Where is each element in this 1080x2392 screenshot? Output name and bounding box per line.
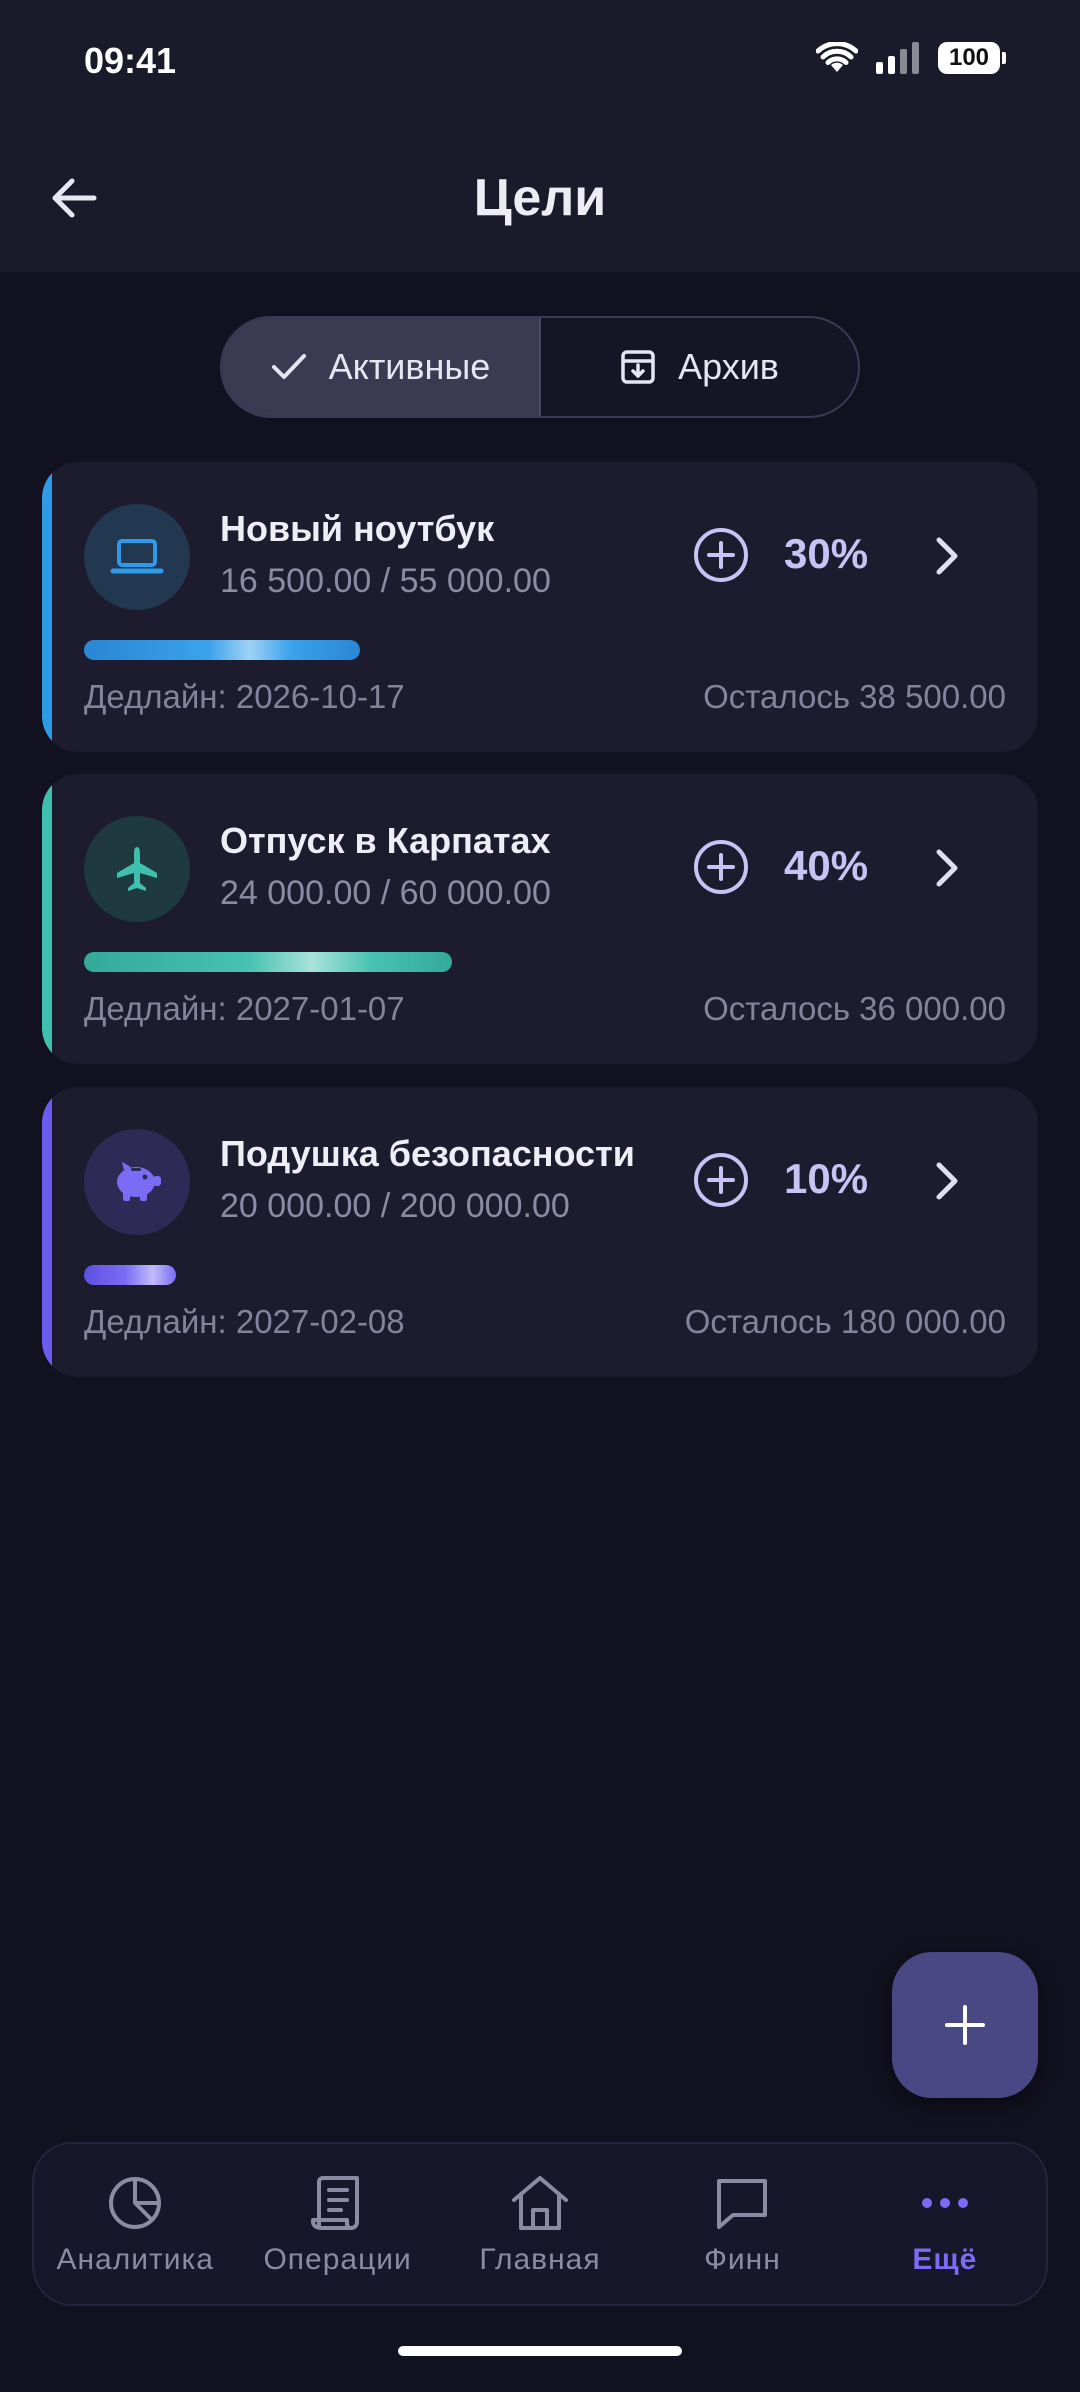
goal-percent: 10% bbox=[784, 1155, 869, 1202]
goal-accent-bar bbox=[42, 774, 52, 1064]
goal-card[interactable]: Отпуск в Карпатах 24 000.00 / 60 000.00 … bbox=[42, 774, 1038, 1064]
nav-label: Аналитика bbox=[56, 2243, 214, 2276]
goal-progress-fill bbox=[84, 1265, 176, 1285]
battery-indicator: 100 bbox=[938, 42, 1006, 74]
chat-bubble-icon bbox=[717, 2179, 768, 2229]
goal-remaining: Осталось 36 000.00 bbox=[703, 990, 1006, 1027]
tab-active[interactable]: Активные bbox=[222, 318, 541, 416]
chevron-right-icon[interactable] bbox=[927, 534, 967, 578]
goal-progress-bar bbox=[84, 1265, 176, 1285]
add-contribution-button[interactable] bbox=[692, 838, 750, 896]
goal-amounts: 20 000.00 / 200 000.00 bbox=[220, 1187, 570, 1225]
goal-name: Отпуск в Карпатах bbox=[220, 820, 551, 861]
nav-label: Ещё bbox=[912, 2243, 978, 2276]
goal-amounts: 16 500.00 / 55 000.00 bbox=[220, 562, 551, 600]
goal-accent-bar bbox=[42, 1087, 52, 1377]
goal-deadline: Дедлайн: 2027-02-08 bbox=[84, 1303, 405, 1340]
tab-active-label: Активные bbox=[328, 346, 491, 387]
add-contribution-button[interactable] bbox=[692, 526, 750, 584]
piggy-bank-icon bbox=[117, 1162, 161, 1201]
tab-archive-label: Архив bbox=[678, 346, 779, 387]
laptop-icon bbox=[110, 539, 164, 574]
goal-name: Подушка безопасности bbox=[220, 1133, 635, 1174]
page-title: Цели bbox=[473, 169, 607, 227]
nav-home[interactable]: Главная bbox=[439, 2144, 641, 2304]
goal-filter-tabs: Активные Архив bbox=[220, 316, 860, 418]
goal-deadline: Дедлайн: 2027-01-07 bbox=[84, 990, 405, 1027]
signal-icon bbox=[876, 42, 919, 74]
nav-finn[interactable]: Финн bbox=[641, 2144, 843, 2304]
more-dots-icon bbox=[921, 2198, 968, 2208]
goal-deadline: Дедлайн: 2026-10-17 bbox=[84, 678, 405, 715]
nav-more[interactable]: Ещё bbox=[844, 2144, 1046, 2304]
receipt-icon bbox=[310, 2176, 359, 2230]
nav-label: Операции bbox=[263, 2243, 412, 2276]
status-icons: 100 bbox=[816, 42, 1006, 74]
goal-name: Новый ноутбук bbox=[220, 508, 495, 549]
archive-icon bbox=[621, 350, 655, 384]
goal-percent: 30% bbox=[784, 530, 869, 577]
tab-archive[interactable]: Архив bbox=[541, 318, 858, 416]
status-time: 09:41 bbox=[84, 40, 177, 81]
app-header: 09:41 100 Цели bbox=[0, 0, 1080, 272]
goal-accent-bar bbox=[42, 462, 52, 752]
bottom-navigation: Аналитика Операции Главная Финн Ещё bbox=[32, 2142, 1048, 2306]
goal-icon-badge bbox=[84, 816, 190, 922]
pie-chart-icon bbox=[109, 2177, 162, 2229]
add-contribution-button[interactable] bbox=[692, 1151, 750, 1209]
goal-progress-fill bbox=[84, 952, 452, 972]
goal-remaining: Осталось 180 000.00 bbox=[684, 1303, 1006, 1340]
plus-icon bbox=[945, 2005, 985, 2045]
goal-progress-bar bbox=[84, 640, 360, 660]
nav-analytics[interactable]: Аналитика bbox=[34, 2144, 236, 2304]
home-indicator bbox=[398, 2346, 682, 2356]
chevron-right-icon[interactable] bbox=[927, 846, 967, 890]
goal-icon-badge bbox=[84, 504, 190, 610]
goal-progress-fill bbox=[84, 640, 360, 660]
wifi-icon bbox=[816, 42, 858, 72]
goal-remaining: Осталось 38 500.00 bbox=[703, 678, 1006, 715]
goal-progress-bar bbox=[84, 952, 452, 972]
home-icon bbox=[512, 2176, 569, 2230]
nav-label: Главная bbox=[479, 2243, 601, 2276]
goal-card[interactable]: Новый ноутбук 16 500.00 / 55 000.00 30% … bbox=[42, 462, 1038, 752]
nav-label: Финн bbox=[704, 2243, 781, 2276]
check-icon bbox=[271, 354, 306, 379]
airplane-icon bbox=[117, 847, 157, 891]
nav-operations[interactable]: Операции bbox=[236, 2144, 438, 2304]
chevron-right-icon[interactable] bbox=[927, 1159, 967, 1203]
goal-percent: 40% bbox=[784, 842, 869, 889]
goal-icon-badge bbox=[84, 1129, 190, 1235]
add-goal-button[interactable] bbox=[892, 1952, 1038, 2098]
goal-amounts: 24 000.00 / 60 000.00 bbox=[220, 874, 551, 912]
goal-card[interactable]: Подушка безопасности 20 000.00 / 200 000… bbox=[42, 1087, 1038, 1377]
